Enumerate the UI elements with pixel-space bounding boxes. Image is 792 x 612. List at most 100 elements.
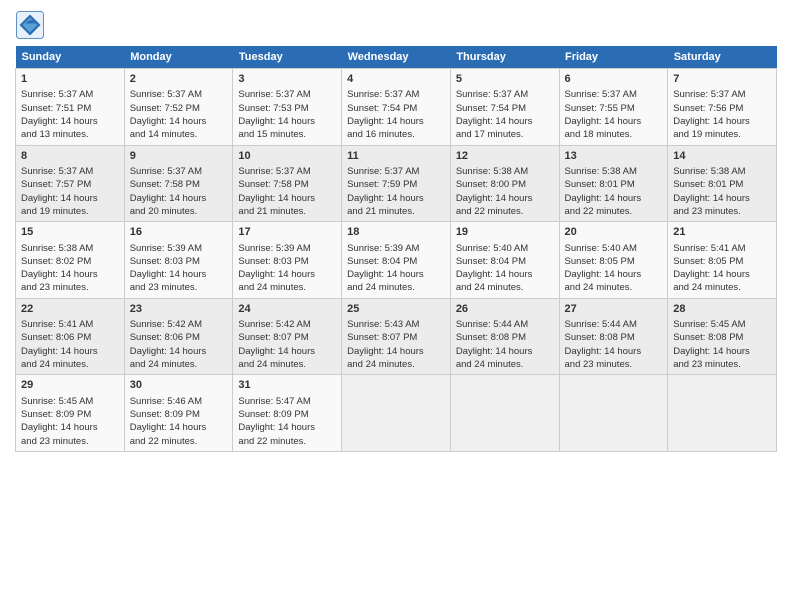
calendar-cell <box>559 375 668 452</box>
calendar-table: SundayMondayTuesdayWednesdayThursdayFrid… <box>15 46 777 452</box>
calendar-cell: 14Sunrise: 5:38 AM Sunset: 8:01 PM Dayli… <box>668 145 777 222</box>
day-number: 28 <box>673 302 771 317</box>
day-number: 18 <box>347 225 445 240</box>
day-detail: Sunrise: 5:44 AM Sunset: 8:08 PM Dayligh… <box>565 318 663 371</box>
day-detail: Sunrise: 5:38 AM Sunset: 8:00 PM Dayligh… <box>456 165 554 218</box>
day-number: 6 <box>565 72 663 87</box>
day-detail: Sunrise: 5:41 AM Sunset: 8:05 PM Dayligh… <box>673 242 771 295</box>
header-tuesday: Tuesday <box>233 46 342 69</box>
calendar-cell <box>342 375 451 452</box>
day-detail: Sunrise: 5:46 AM Sunset: 8:09 PM Dayligh… <box>130 395 228 448</box>
calendar-cell: 9Sunrise: 5:37 AM Sunset: 7:58 PM Daylig… <box>124 145 233 222</box>
header-friday: Friday <box>559 46 668 69</box>
day-number: 16 <box>130 225 228 240</box>
header-thursday: Thursday <box>450 46 559 69</box>
day-number: 3 <box>238 72 336 87</box>
calendar-cell: 29 Sunrise: 5:45 AM Sunset: 8:09 PM Dayli… <box>16 375 125 452</box>
day-detail: Sunrise: 5:40 AM Sunset: 8:04 PM Dayligh… <box>456 242 554 295</box>
day-detail: Sunrise: 5:37 AM Sunset: 7:59 PM Dayligh… <box>347 165 445 218</box>
day-number: 22 <box>21 302 119 317</box>
week-row-1: 1Sunrise: 5:37 AM Sunset: 7:51 PM Daylig… <box>16 69 777 146</box>
day-detail: Sunrise: 5:37 AM Sunset: 7:54 PM Dayligh… <box>347 88 445 141</box>
calendar-cell: 21 Sunrise: 5:41 AM Sunset: 8:05 PM Dayli… <box>668 222 777 299</box>
calendar-cell: 5Sunrise: 5:37 AM Sunset: 7:54 PM Daylig… <box>450 69 559 146</box>
day-detail: Sunrise: 5:37 AM Sunset: 7:52 PM Dayligh… <box>130 88 228 141</box>
day-number: 5 <box>456 72 554 87</box>
calendar-cell: 1Sunrise: 5:37 AM Sunset: 7:51 PM Daylig… <box>16 69 125 146</box>
calendar-cell: 4Sunrise: 5:37 AM Sunset: 7:54 PM Daylig… <box>342 69 451 146</box>
day-detail: Sunrise: 5:37 AM Sunset: 7:55 PM Dayligh… <box>565 88 663 141</box>
calendar-cell: 10Sunrise: 5:37 AM Sunset: 7:58 PM Dayli… <box>233 145 342 222</box>
day-detail: Sunrise: 5:45 AM Sunset: 8:09 PM Dayligh… <box>21 395 119 448</box>
day-detail: Sunrise: 5:44 AM Sunset: 8:08 PM Dayligh… <box>456 318 554 371</box>
day-number: 13 <box>565 149 663 164</box>
day-number: 1 <box>21 72 119 87</box>
calendar-cell: 22Sunrise: 5:41 AM Sunset: 8:06 PM Dayli… <box>16 298 125 375</box>
day-number: 17 <box>238 225 336 240</box>
calendar-cell: 11Sunrise: 5:37 AM Sunset: 7:59 PM Dayli… <box>342 145 451 222</box>
day-number: 2 <box>130 72 228 87</box>
calendar-cell: 13Sunrise: 5:38 AM Sunset: 8:01 PM Dayli… <box>559 145 668 222</box>
day-number: 29 <box>21 378 119 393</box>
day-detail: Sunrise: 5:37 AM Sunset: 7:56 PM Dayligh… <box>673 88 771 141</box>
day-detail: Sunrise: 5:40 AM Sunset: 8:05 PM Dayligh… <box>565 242 663 295</box>
day-number: 20 <box>565 225 663 240</box>
day-number: 21 <box>673 225 771 240</box>
logo <box>15 10 49 40</box>
calendar-cell: 2Sunrise: 5:37 AM Sunset: 7:52 PM Daylig… <box>124 69 233 146</box>
header <box>15 10 777 40</box>
calendar-cell: 15Sunrise: 5:38 AM Sunset: 8:02 PM Dayli… <box>16 222 125 299</box>
header-sunday: Sunday <box>16 46 125 69</box>
calendar-cell: 31Sunrise: 5:47 AM Sunset: 8:09 PM Dayli… <box>233 375 342 452</box>
day-detail: Sunrise: 5:37 AM Sunset: 7:51 PM Dayligh… <box>21 88 119 141</box>
day-number: 11 <box>347 149 445 164</box>
calendar-cell: 26Sunrise: 5:44 AM Sunset: 8:08 PM Dayli… <box>450 298 559 375</box>
day-number: 7 <box>673 72 771 87</box>
calendar-cell: 17 Sunrise: 5:39 AM Sunset: 8:03 PM Dayli… <box>233 222 342 299</box>
day-detail: Sunrise: 5:45 AM Sunset: 8:08 PM Dayligh… <box>673 318 771 371</box>
day-number: 24 <box>238 302 336 317</box>
calendar-cell: 19 Sunrise: 5:40 AM Sunset: 8:04 PM Dayli… <box>450 222 559 299</box>
header-saturday: Saturday <box>668 46 777 69</box>
week-row-3: 15Sunrise: 5:38 AM Sunset: 8:02 PM Dayli… <box>16 222 777 299</box>
calendar-cell: 7Sunrise: 5:37 AM Sunset: 7:56 PM Daylig… <box>668 69 777 146</box>
day-detail: Sunrise: 5:37 AM Sunset: 7:58 PM Dayligh… <box>130 165 228 218</box>
calendar-cell: 23Sunrise: 5:42 AM Sunset: 8:06 PM Dayli… <box>124 298 233 375</box>
day-detail: Sunrise: 5:38 AM Sunset: 8:01 PM Dayligh… <box>673 165 771 218</box>
day-number: 4 <box>347 72 445 87</box>
day-number: 30 <box>130 378 228 393</box>
day-detail: Sunrise: 5:37 AM Sunset: 7:57 PM Dayligh… <box>21 165 119 218</box>
calendar-cell: 27Sunrise: 5:44 AM Sunset: 8:08 PM Dayli… <box>559 298 668 375</box>
calendar-cell <box>668 375 777 452</box>
calendar-cell: 30 Sunrise: 5:46 AM Sunset: 8:09 PM Dayli… <box>124 375 233 452</box>
day-number: 15 <box>21 225 119 240</box>
day-number: 27 <box>565 302 663 317</box>
day-number: 12 <box>456 149 554 164</box>
week-row-2: 8Sunrise: 5:37 AM Sunset: 7:57 PM Daylig… <box>16 145 777 222</box>
header-monday: Monday <box>124 46 233 69</box>
calendar-cell: 12Sunrise: 5:38 AM Sunset: 8:00 PM Dayli… <box>450 145 559 222</box>
day-detail: Sunrise: 5:42 AM Sunset: 8:07 PM Dayligh… <box>238 318 336 371</box>
calendar-cell: 8Sunrise: 5:37 AM Sunset: 7:57 PM Daylig… <box>16 145 125 222</box>
day-number: 8 <box>21 149 119 164</box>
logo-icon <box>15 10 45 40</box>
day-detail: Sunrise: 5:42 AM Sunset: 8:06 PM Dayligh… <box>130 318 228 371</box>
calendar-cell: 24Sunrise: 5:42 AM Sunset: 8:07 PM Dayli… <box>233 298 342 375</box>
calendar-cell: 18 Sunrise: 5:39 AM Sunset: 8:04 PM Dayli… <box>342 222 451 299</box>
day-number: 10 <box>238 149 336 164</box>
day-number: 26 <box>456 302 554 317</box>
day-detail: Sunrise: 5:41 AM Sunset: 8:06 PM Dayligh… <box>21 318 119 371</box>
day-detail: Sunrise: 5:39 AM Sunset: 8:04 PM Dayligh… <box>347 242 445 295</box>
day-detail: Sunrise: 5:38 AM Sunset: 8:01 PM Dayligh… <box>565 165 663 218</box>
day-detail: Sunrise: 5:37 AM Sunset: 7:54 PM Dayligh… <box>456 88 554 141</box>
day-number: 19 <box>456 225 554 240</box>
day-detail: Sunrise: 5:39 AM Sunset: 8:03 PM Dayligh… <box>238 242 336 295</box>
day-number: 31 <box>238 378 336 393</box>
calendar-cell: 25Sunrise: 5:43 AM Sunset: 8:07 PM Dayli… <box>342 298 451 375</box>
day-detail: Sunrise: 5:39 AM Sunset: 8:03 PM Dayligh… <box>130 242 228 295</box>
header-row: SundayMondayTuesdayWednesdayThursdayFrid… <box>16 46 777 69</box>
calendar-cell: 3Sunrise: 5:37 AM Sunset: 7:53 PM Daylig… <box>233 69 342 146</box>
calendar-cell: 28Sunrise: 5:45 AM Sunset: 8:08 PM Dayli… <box>668 298 777 375</box>
day-detail: Sunrise: 5:43 AM Sunset: 8:07 PM Dayligh… <box>347 318 445 371</box>
calendar-cell <box>450 375 559 452</box>
